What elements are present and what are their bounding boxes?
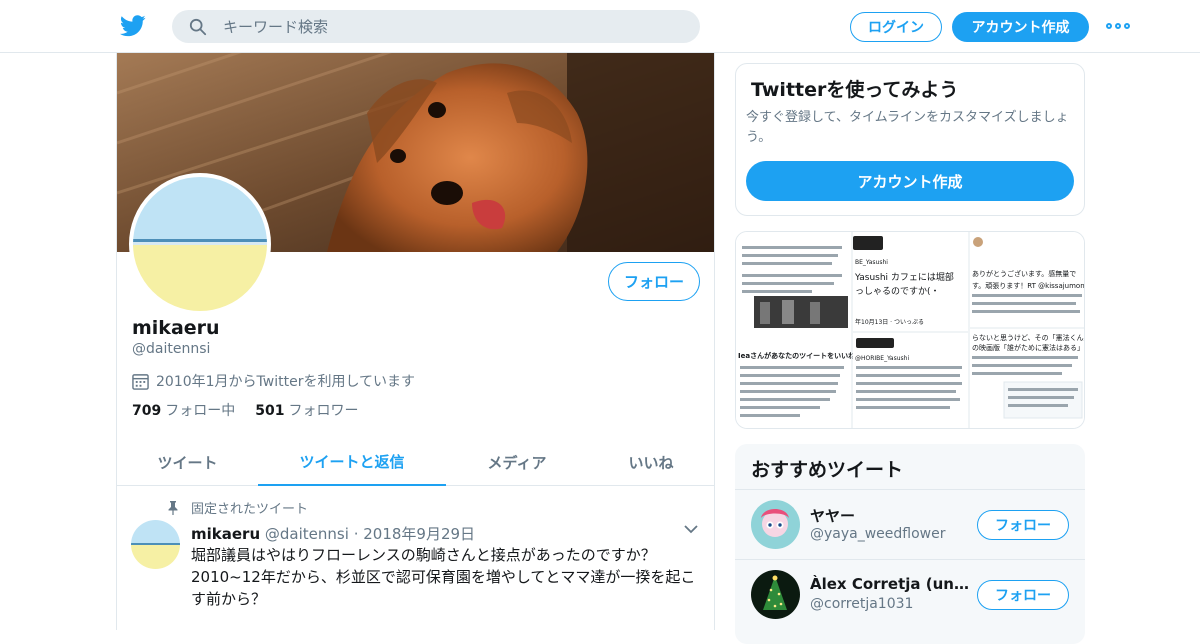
signup-button[interactable]: アカウント作成 <box>952 12 1089 42</box>
tab-media[interactable]: メディア <box>446 439 588 486</box>
tweet-text: 堀部議員はやはりフローレンスの駒崎さんと接点があったのですか？ 2010~12年… <box>191 546 696 608</box>
media-thumb-2-handle: @HORIBE_Yasushi <box>855 355 909 362</box>
top-navigation-bar: ログイン アカウント作成 <box>0 0 1200 53</box>
svg-text:BE_Yasushi: BE_Yasushi <box>855 259 888 266</box>
recommended-follow-button[interactable]: フォロー <box>977 580 1069 610</box>
recommended-handle[interactable]: @corretja1031 <box>810 596 913 612</box>
twitter-logo-icon[interactable] <box>120 14 146 38</box>
media-thumb-2[interactable]: BE_Yasushi Yasushi カフェには堀部 っしゃるのですか(・ 年1… <box>853 232 968 429</box>
calendar-icon <box>132 373 149 390</box>
recommended-name[interactable]: Àlex Corretja (una g… <box>810 575 970 593</box>
tab-tweets-and-replies[interactable]: ツイートと返信 <box>258 439 446 486</box>
media-thumb-1[interactable]: Ieaさんがあなたのツイートをいいねしま <box>736 232 869 429</box>
media-thumb-2-text: Yasushi カフェには堀部 <box>854 271 954 283</box>
signup-card-title: Twitterを使ってみよう <box>751 79 959 101</box>
media-thumbnail-grid[interactable]: Ieaさんがあなたのツイートをいいねしま BE_Yasushi Yasushi … <box>735 231 1085 429</box>
media-thumb-3-mid2: の映画版「誰がために憲法はある」を <box>972 343 1085 352</box>
recommended-follow-button[interactable]: フォロー <box>977 510 1069 540</box>
search-icon <box>189 18 207 35</box>
following-label: フォロー中 <box>165 403 236 419</box>
profile-joined-date: 2010年1月からTwitterを利用しています <box>132 371 415 391</box>
tab-likes[interactable]: いいね <box>588 439 714 486</box>
login-button[interactable]: ログイン <box>850 12 942 42</box>
media-thumb-3[interactable]: ありがとうございます。感無量で す。頑張ります！RT @kissajumon ら… <box>970 232 1085 429</box>
tweet-header: mikaeru @daitennsi · 2018年9月29日 <box>191 523 475 544</box>
followers-stat[interactable]: 501 フォロワー <box>255 400 358 420</box>
profile-tabs: ツイート ツイートと返信 メディア いいね <box>117 439 714 486</box>
tweet-date[interactable]: 2018年9月29日 <box>363 525 475 543</box>
media-thumb-2-date: 年10月13日 · ついっぷる <box>855 318 924 326</box>
tweet-author-handle[interactable]: @daitennsi <box>265 525 349 543</box>
profile-stats: 709 フォロー中 501 フォロワー <box>132 400 378 420</box>
profile-handle[interactable]: @daitennsi <box>132 341 210 357</box>
followers-label: フォロワー <box>288 403 359 419</box>
recommended-name[interactable]: ヤヤー <box>810 505 970 526</box>
recommended-tweets: おすすめツイート ヤヤー @yaya_weedflower フォロー Àlex … <box>735 444 1085 644</box>
search-bar[interactable] <box>172 10 700 43</box>
media-thumb-1-header: Ieaさんがあなたのツイートをいいねしま <box>738 351 869 360</box>
pin-icon <box>168 500 178 515</box>
chevron-down-icon[interactable] <box>683 521 699 537</box>
profile-column: フォロー mikaeru @daitennsi 2010年1月からTwitter… <box>116 53 715 630</box>
recommended-account[interactable]: ヤヤー @yaya_weedflower フォロー <box>735 489 1085 559</box>
following-stat[interactable]: 709 フォロー中 <box>132 400 235 420</box>
media-thumb-3-mid: らないと思うけど、その「憲法くん」 <box>972 333 1085 342</box>
signup-card: Twitterを使ってみよう 今すぐ登録して、タイムラインをカスタマイズしましょ… <box>735 63 1085 216</box>
more-icon[interactable] <box>1106 19 1130 33</box>
recommended-title: おすすめツイート <box>751 459 904 481</box>
tweet-separator: · <box>353 525 359 543</box>
recommended-avatar[interactable] <box>751 500 800 549</box>
tab-tweets[interactable]: ツイート <box>117 439 258 486</box>
signup-card-button[interactable]: アカウント作成 <box>746 161 1074 201</box>
follow-button[interactable]: フォロー <box>608 262 700 301</box>
pinned-tweet-label: 固定されたツイート <box>167 498 308 517</box>
recommended-account[interactable]: Àlex Corretja (una g… @corretja1031 フォロー <box>735 559 1085 629</box>
signup-card-description: 今すぐ登録して、タイムラインをカスタマイズしましょう。 <box>746 110 1069 145</box>
profile-avatar[interactable] <box>129 173 271 315</box>
recommended-avatar[interactable] <box>751 570 800 619</box>
following-count: 709 <box>132 403 162 419</box>
joined-text: 2010年1月からTwitterを利用しています <box>156 374 416 390</box>
profile-name: mikaeru <box>132 317 220 339</box>
tweet-avatar[interactable] <box>131 520 180 569</box>
pinned-text: 固定されたツイート <box>191 502 309 517</box>
search-input[interactable] <box>223 17 683 36</box>
recommended-handle[interactable]: @yaya_weedflower <box>810 526 946 542</box>
media-thumb-3-text: ありがとうございます。感無量で <box>972 269 1076 278</box>
followers-count: 501 <box>255 403 285 419</box>
media-thumb-3-text2: す。頑張ります！RT @kissajumon <box>972 282 1085 290</box>
tweet-author-name[interactable]: mikaeru <box>191 525 260 543</box>
media-thumb-2-text2: っしゃるのですか(・ <box>855 286 940 297</box>
